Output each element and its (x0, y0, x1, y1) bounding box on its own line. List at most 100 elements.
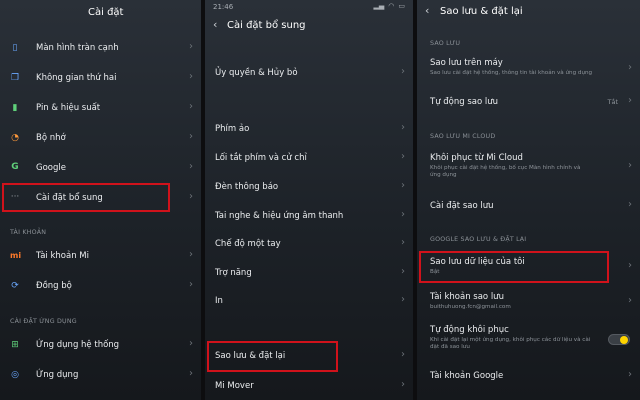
list-item-backup-settings[interactable]: Cài đặt sao lưu › (417, 196, 640, 216)
item-label: Phím ảo (215, 124, 250, 134)
toggle-knob (620, 336, 628, 344)
item-label: Chế độ một tay (215, 239, 281, 249)
list-item-mi-mover[interactable]: Mi Mover › (205, 376, 413, 396)
list-item-virtual-keys[interactable]: Phím ảo › (205, 119, 413, 139)
chevron-right-icon: › (401, 266, 405, 277)
list-item-one-hand[interactable]: Chế độ một tay › (205, 234, 413, 254)
sync-icon: ⟳ (11, 281, 19, 291)
list-item-authorization[interactable]: Ủy quyền & Hủy bỏ › (205, 63, 413, 83)
chevron-right-icon: › (189, 131, 193, 142)
item-label: Ủy quyền & Hủy bỏ (215, 68, 298, 78)
item-subtitle: Khi cài đặt lại một ứng dụng, khôi phục … (430, 337, 591, 350)
chevron-right-icon: › (401, 294, 405, 305)
phone-icon: ▯ (12, 43, 18, 53)
chevron-right-icon: › (189, 368, 193, 379)
battery-icon: ▮ (12, 103, 18, 113)
google-icon: G (11, 162, 19, 172)
item-subtitle: buithuhuong.fcn@gmail.com (430, 304, 511, 310)
page-title: Sao lưu & đặt lại (440, 6, 523, 17)
list-item-auto-restore[interactable]: Tự động khôi phục Khi cài đặt lại một ứn… (417, 322, 640, 356)
chevron-right-icon: › (189, 249, 193, 260)
chevron-right-icon: › (189, 101, 193, 112)
list-item-headphones[interactable]: Tai nghe & hiệu ứng âm thanh › (205, 206, 413, 226)
back-button[interactable]: ‹ (425, 4, 429, 17)
page-title: Cài đặt bổ sung (227, 20, 306, 31)
item-label: Đèn thông báo (215, 182, 279, 192)
item-label: Khôi phục từ Mi Cloud (430, 153, 523, 163)
section-header-account: TÀI KHOẢN (10, 229, 47, 236)
chevron-right-icon: › (628, 95, 632, 106)
settings-item-mi-account[interactable]: mi Tài khoản Mi › (0, 246, 201, 266)
chevron-right-icon: › (401, 379, 405, 390)
item-label: Ứng dụng (36, 370, 79, 380)
mi-logo-icon: mi (10, 251, 22, 260)
item-label: Tài khoản sao lưu (430, 292, 504, 302)
chevron-right-icon: › (401, 237, 405, 248)
chevron-right-icon: › (628, 369, 632, 380)
settings-item-storage[interactable]: ◔ Bộ nhớ › (0, 128, 201, 148)
settings-item-system-apps[interactable]: ⊞ Ứng dụng hệ thống › (0, 335, 201, 355)
chevron-right-icon: › (189, 338, 193, 349)
section-header-backup: SAO LƯU (430, 40, 461, 47)
list-item-auto-backup[interactable]: Tự động sao lưu Tắt › (417, 92, 640, 112)
settings-item-second-space[interactable]: ❐ Không gian thứ hai › (0, 68, 201, 88)
chevron-right-icon: › (189, 279, 193, 290)
chevron-right-icon: › (401, 66, 405, 77)
chevron-right-icon: › (401, 180, 405, 191)
list-item-notification-light[interactable]: Đèn thông báo › (205, 177, 413, 197)
wifi-icon: ◠ (388, 2, 395, 10)
item-label: Tai nghe & hiệu ứng âm thanh (215, 211, 344, 221)
settings-item-sync[interactable]: ⟳ Đồng bộ › (0, 276, 201, 296)
settings-item-battery[interactable]: ▮ Pin & hiệu suất › (0, 98, 201, 118)
apps-circle-icon: ◎ (11, 370, 19, 380)
settings-item-google[interactable]: G Google › (0, 158, 201, 178)
item-label: Màn hình tràn cạnh (36, 43, 119, 53)
item-label: Bộ nhớ (36, 133, 66, 143)
item-label: Ứng dụng hệ thống (36, 340, 120, 350)
list-item-accessibility[interactable]: Trợ năng › (205, 263, 413, 283)
storage-pie-icon: ◔ (11, 133, 19, 143)
section-header-google-backup: GOOGLE SAO LƯU & ĐẶT LẠI (430, 236, 527, 243)
chevron-right-icon: › (628, 260, 632, 271)
status-bar: 21:46 ▂▄ ◠ ▭ (205, 0, 413, 14)
settings-item-edge-screen[interactable]: ▯ Màn hình tràn cạnh › (0, 38, 201, 58)
signal-icon: ▂▄ (373, 2, 385, 10)
item-label: Tài khoản Google (430, 371, 504, 381)
list-item-shortcuts[interactable]: Lối tắt phím và cử chỉ › (205, 148, 413, 168)
grid-icon: ⊞ (11, 340, 19, 350)
settings-screen: Cài đặt ▯ Màn hình tràn cạnh › ❐ Không g… (0, 0, 201, 400)
status-icons: ▂▄ ◠ ▭ (373, 2, 405, 10)
list-item-backup-account[interactable]: Tài khoản sao lưu buithuhuong.fcn@gmail.… (417, 289, 640, 315)
chevron-right-icon: › (189, 41, 193, 52)
chevron-right-icon: › (189, 191, 193, 202)
item-label: Trợ năng (215, 268, 252, 278)
section-header-apps: CÀI ĐẶT ỨNG DỤNG (10, 318, 77, 325)
settings-item-apps[interactable]: ◎ Ứng dụng › (0, 365, 201, 385)
list-item-restore-mi-cloud[interactable]: Khôi phục từ Mi Cloud Khôi phục cài đặt … (417, 150, 640, 186)
auto-restore-toggle[interactable] (608, 334, 630, 345)
chevron-right-icon: › (401, 209, 405, 220)
back-button[interactable]: ‹ (213, 18, 217, 31)
chevron-right-icon: › (189, 161, 193, 172)
highlight-box (207, 341, 338, 372)
chevron-right-icon: › (189, 71, 193, 82)
chevron-right-icon: › (628, 199, 632, 210)
list-item-print[interactable]: In › (205, 291, 413, 311)
highlight-box (2, 183, 170, 212)
item-label: Tự động sao lưu (430, 97, 499, 107)
item-label: Tài khoản Mi (36, 251, 89, 261)
chevron-right-icon: › (401, 122, 405, 133)
status-time: 21:46 (213, 3, 234, 11)
chevron-right-icon: › (628, 160, 632, 171)
highlight-box (419, 251, 609, 283)
item-subtitle: Khôi phục cài đặt hệ thống, bố cục Màn h… (430, 165, 581, 178)
item-label: Pin & hiệu suất (36, 103, 101, 113)
item-label: Sao lưu trên máy (430, 58, 503, 68)
chevron-right-icon: › (401, 151, 405, 162)
item-label: Lối tắt phím và cử chỉ (215, 153, 307, 163)
list-item-google-account[interactable]: Tài khoản Google › (417, 366, 640, 386)
item-label: In (215, 296, 223, 306)
item-value: Tắt (607, 98, 618, 106)
section-header-mi-cloud: SAO LƯU MI CLOUD (430, 133, 496, 140)
list-item-local-backup[interactable]: Sao lưu trên máy Sao lưu cài đặt hệ thốn… (417, 55, 640, 83)
